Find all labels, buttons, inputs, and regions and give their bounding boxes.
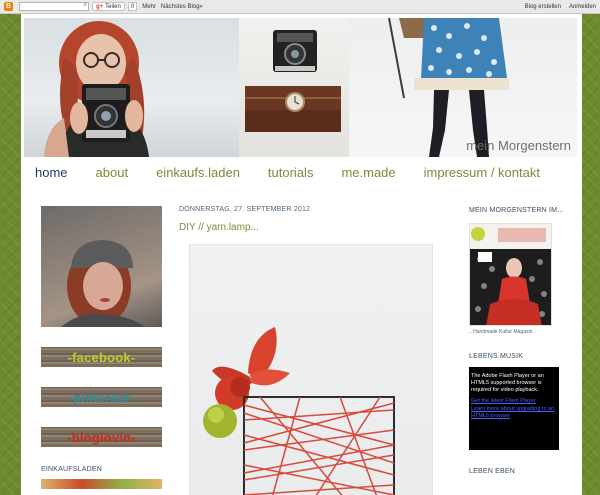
blog-search-input[interactable]: ⌕ [19,2,89,11]
header-banner[interactable]: mein Morgenstern [24,18,577,157]
post-date: DONNERSTAG, 27. SEPTEMBER 2012 [179,206,311,213]
share-count: 0 [127,2,138,11]
blog-title[interactable]: mein Morgenstern [466,138,571,153]
share-button[interactable]: g+ Teilen [92,2,125,11]
profile-photo[interactable] [41,206,162,327]
create-blog-link[interactable]: Blog erstellen [525,4,561,10]
pinterest-button[interactable]: -pinterest- [41,387,162,407]
einkaufsladen-heading: EINKAUFSLADEN [41,466,102,473]
tab-about[interactable]: about [96,165,129,180]
header-photo-woman-with-camera [24,18,239,157]
bloglovin-button[interactable]: -bloglovin- [41,427,162,447]
flash-player-link[interactable]: Get the latest Flash Player [471,398,557,405]
search-icon[interactable]: ⌕ [84,2,87,9]
tab-tutorials[interactable]: tutorials [268,165,314,180]
left-sidebar: -facebook- -pinterest- -bloglovin- EINKA… [41,206,162,489]
tab-einkaufs-laden[interactable]: einkaufs.laden [156,165,240,180]
blogger-logo-icon[interactable]: B [4,2,13,11]
share-label: Teilen [105,3,121,10]
header-photo-polaroid-camera [239,18,349,157]
facebook-button[interactable]: -facebook- [41,347,162,367]
magazine-caption: .. Handmade Kultur Magazin [469,329,533,335]
login-link[interactable]: Anmelden [569,4,596,10]
tab-home[interactable]: home [35,165,68,180]
main-content: DONNERSTAG, 27. SEPTEMBER 2012 DIY // ya… [179,206,439,495]
main-nav-tabs: home about einkaufs.laden tutorials me.m… [24,159,577,185]
blog-container: mein Morgenstern home about einkaufs.lad… [21,14,582,495]
blogger-navbar: B ⌕ g+ Teilen 0 Mehr Nächstes Blog» Blog… [0,0,600,14]
google-plus-icon: g+ [96,3,104,10]
header-photo-dress-legs: mein Morgenstern [349,18,577,157]
right-sidebar: MEIN MORGENSTERN IM... .. Handmade Kultu… [469,206,564,476]
video-player[interactable]: The Adobe Flash Player or an HTML5 suppo… [469,367,559,450]
next-blog-link[interactable]: Nächstes Blog» [161,4,203,10]
tab-impressum-kontakt[interactable]: impressum / kontakt [424,165,540,180]
post-image-yarn-lamp[interactable] [189,244,433,495]
shop-thumbnail[interactable] [41,479,162,489]
mein-morgenstern-im-heading: MEIN MORGENSTERN IM... [469,207,564,214]
more-menu[interactable]: Mehr [142,4,156,10]
html5-browser-link[interactable]: Learn more about upgrading to an HTML5 b… [471,406,557,420]
post-title[interactable]: DIY // yarn.lamp... [179,222,439,233]
lebens-musik-heading: LEBENS.MUSIK [469,353,524,360]
leben-eben-heading: LEBEN EBEN [469,468,515,475]
flash-message: The Adobe Flash Player or an HTML5 suppo… [471,373,544,393]
tab-me-made[interactable]: me.made [341,165,395,180]
magazine-cover[interactable] [469,223,552,326]
